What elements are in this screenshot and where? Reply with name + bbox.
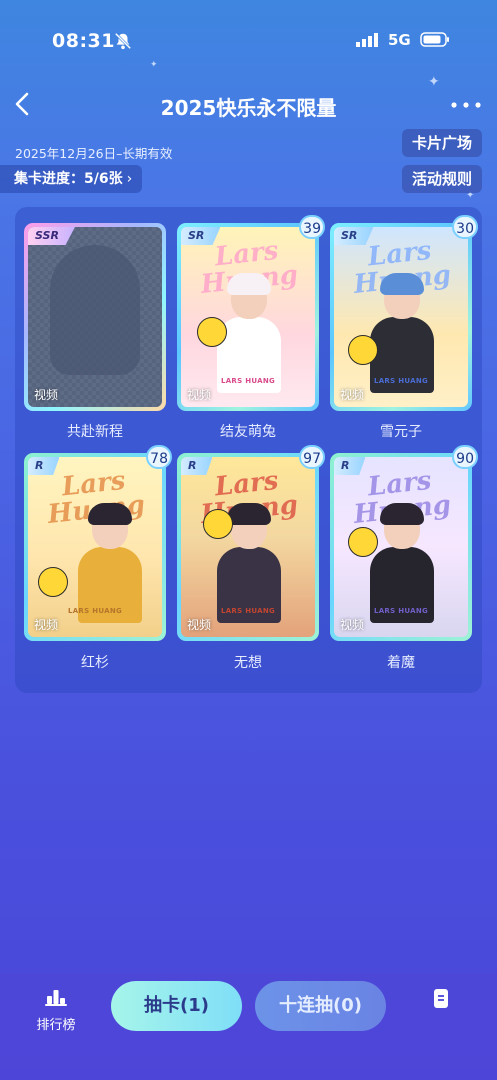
portrait-figure <box>370 503 434 623</box>
video-tag: 视频 <box>187 388 212 402</box>
card-ssr-1[interactable]: SSR 视频 <box>24 223 166 411</box>
rules-button[interactable]: 活动规则 <box>401 165 482 193</box>
page-title: 2025快乐永不限量 <box>160 96 337 120</box>
video-tag: 视频 <box>340 388 365 402</box>
network-type: 5G <box>388 31 411 49</box>
video-tag: 视频 <box>34 618 59 632</box>
card-r-1[interactable]: Lars Huang LARS HUANG R 视频 78 <box>24 445 172 641</box>
more-icon[interactable] <box>450 101 482 109</box>
smiley-decoration <box>348 335 378 365</box>
portrait-figure <box>370 273 434 393</box>
card-r-2[interactable]: Lars Huang LARS HUANG R 视频 97 <box>177 445 325 641</box>
rarity-badge: R <box>334 457 366 475</box>
leaderboard-button[interactable]: 排行榜 <box>30 988 82 1033</box>
signal-icon <box>356 33 378 47</box>
card-count-badge: 30 <box>452 215 478 239</box>
card-sr-1[interactable]: Lars Huang LARS HUANG SR 视频 39 <box>177 215 325 411</box>
card-artwork: Lars Huang LARS HUANG SR 视频 <box>334 227 468 407</box>
card-count-badge: 90 <box>452 445 478 469</box>
locked-silhouette <box>50 245 140 375</box>
rarity-badge: SSR <box>28 227 75 245</box>
card-name: 结友萌兔 <box>220 424 276 440</box>
collection-progress[interactable]: 集卡进度：5/6张 › <box>0 165 143 193</box>
video-tag: 视频 <box>340 618 365 632</box>
video-tag: 视频 <box>34 388 59 402</box>
card-count-badge: 97 <box>299 445 325 469</box>
card-artwork: Lars Huang LARS HUANG R 视频 <box>181 457 315 637</box>
card-artwork: Lars Huang LARS HUANG SR 视频 <box>181 227 315 407</box>
battery-icon <box>420 32 449 47</box>
draw-ten-button[interactable]: 十连抽(0) <box>255 981 386 1031</box>
card-artwork-locked: SSR 视频 <box>28 227 162 407</box>
name-plate: LARS HUANG <box>67 607 123 615</box>
name-plate: LARS HUANG <box>220 607 276 615</box>
name-plate: LARS HUANG <box>373 607 429 615</box>
leaderboard-icon <box>45 990 67 1006</box>
smiley-decoration <box>203 509 233 539</box>
card-count-badge: 78 <box>146 445 172 469</box>
bell-off-icon <box>114 32 132 50</box>
card-artwork: Lars Huang LARS HUANG R 视频 <box>28 457 162 637</box>
leaderboard-label: 排行榜 <box>36 1018 76 1033</box>
smiley-decoration <box>197 317 227 347</box>
card-square-button[interactable]: 卡片广场 <box>401 129 482 157</box>
rarity-badge: R <box>181 457 213 475</box>
card-r-3[interactable]: Lars Huang LARS HUANG R 视频 90 <box>330 445 478 641</box>
progress-label: 集卡进度： <box>14 171 84 187</box>
document-icon[interactable] <box>431 988 451 1010</box>
portrait-figure <box>78 503 142 623</box>
rarity-badge: R <box>28 457 60 475</box>
card-count-badge: 39 <box>299 215 325 239</box>
card-name: 雪元子 <box>380 424 422 440</box>
draw-one-button[interactable]: 抽卡(1) <box>111 981 242 1031</box>
smiley-decoration <box>38 567 68 597</box>
status-time: 08:31 <box>52 30 115 52</box>
video-tag: 视频 <box>187 618 212 632</box>
name-plate: LARS HUANG <box>373 377 429 385</box>
card-artwork: Lars Huang LARS HUANG R 视频 <box>334 457 468 637</box>
card-name: 共赴新程 <box>67 424 123 440</box>
card-sr-2[interactable]: Lars Huang LARS HUANG SR 视频 30 <box>330 215 478 411</box>
chevron-right-icon: › <box>126 171 133 187</box>
card-name: 红杉 <box>81 655 109 671</box>
card-name: 着魔 <box>387 655 415 671</box>
card-name: 无想 <box>234 655 262 671</box>
validity-text: 2025年12月26日–长期有效 <box>15 146 173 161</box>
progress-value: 5/6张 <box>84 171 123 187</box>
name-plate: LARS HUANG <box>220 377 276 385</box>
smiley-decoration <box>348 527 378 557</box>
status-bar: 08:31 5G <box>0 0 497 80</box>
